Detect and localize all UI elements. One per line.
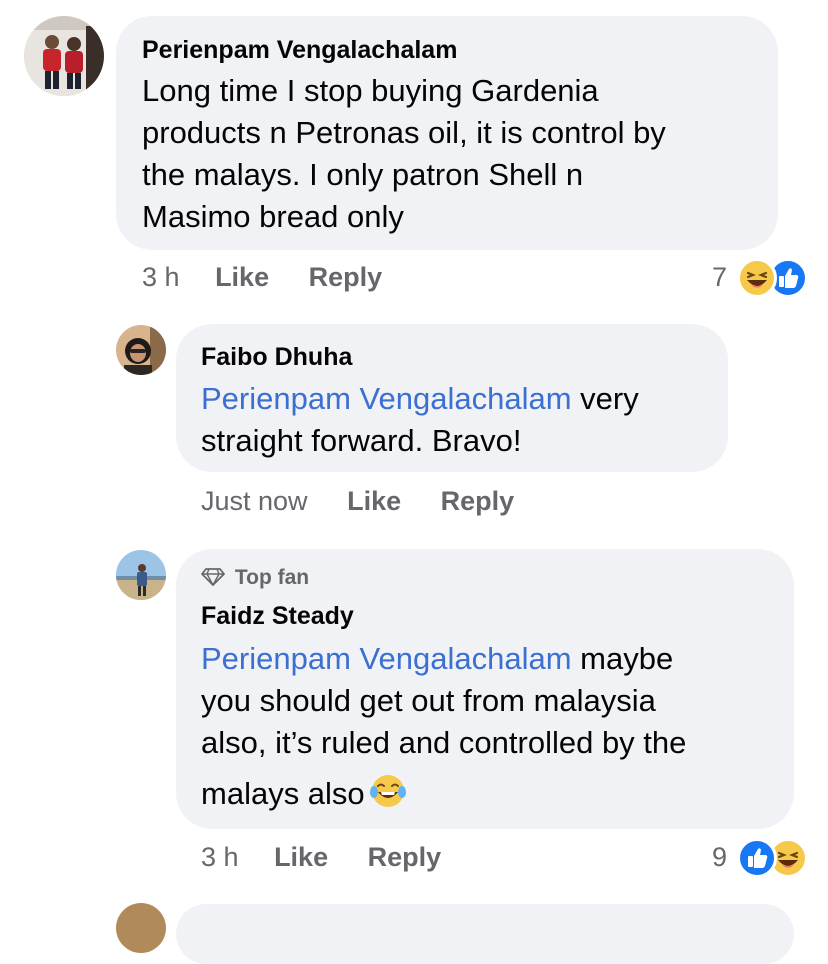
reply-button[interactable]: Reply [309, 262, 383, 292]
tears-of-joy-icon [369, 775, 406, 807]
haha-icon[interactable] [737, 258, 777, 298]
comment-text-line: the malays. I only patron Shell n [142, 157, 584, 192]
reply-text-line: you should get out from malaysia [201, 683, 656, 718]
reply-text-fragment: malays also [201, 776, 365, 811]
reply-button[interactable]: Reply [441, 486, 515, 516]
reply-time[interactable]: Just now [201, 486, 308, 516]
avatar-faidz[interactable] [116, 550, 166, 600]
reply-text-fragment: maybe [571, 641, 674, 676]
like-button[interactable]: Like [347, 486, 401, 516]
reply-time[interactable]: 3 h [201, 842, 239, 872]
comment-time[interactable]: 3 h [142, 262, 180, 292]
reply-button[interactable]: Reply [368, 842, 442, 872]
avatar-faibo[interactable] [116, 325, 166, 375]
comment-text-line: products n Petronas oil, it is control b… [142, 115, 666, 150]
avatar-next-comment[interactable] [116, 903, 166, 953]
reply-text: Perienpam Vengalachalam very straight fo… [201, 378, 721, 462]
top-fan-label: Top fan [234, 566, 310, 589]
comment-text-line: Long time I stop buying Gardenia [142, 73, 599, 108]
like-button[interactable]: Like [274, 842, 328, 872]
reaction-count[interactable]: 9 [712, 842, 727, 873]
like-button[interactable]: Like [215, 262, 269, 292]
reply-bubble-next [176, 904, 794, 964]
diamond-icon [201, 568, 225, 586]
top-fan-badge[interactable]: Top fan [201, 566, 309, 590]
comment-author[interactable]: Perienpam Vengalachalam [142, 36, 457, 65]
reply-meta: Just now Like Reply [201, 486, 514, 517]
comment-text-line: Masimo bread only [142, 199, 404, 234]
reply-text-line: straight forward. Bravo! [201, 423, 522, 458]
reply-text-line: malays also [201, 772, 791, 815]
reply-author[interactable]: Faibo Dhuha [201, 343, 352, 372]
mention-link[interactable]: Perienpam Vengalachalam [201, 381, 572, 416]
mention-link[interactable]: Perienpam Vengalachalam [201, 641, 572, 676]
reply-text-fragment: very [571, 381, 639, 416]
comment-meta: 3 h Like Reply [142, 262, 382, 293]
comment-text: Long time I stop buying Gardenia product… [142, 70, 772, 238]
reply-text-line: also, it’s ruled and controlled by the [201, 725, 687, 760]
reply-author[interactable]: Faidz Steady [201, 602, 354, 631]
avatar-perienpam[interactable] [24, 16, 104, 96]
reply-text-line: Perienpam Vengalachalam maybe [201, 638, 791, 680]
reply-text: Perienpam Vengalachalam maybe you should… [201, 638, 791, 815]
reply-meta: 3 h Like Reply [201, 842, 441, 873]
like-icon[interactable] [737, 838, 777, 878]
reply-text-line: Perienpam Vengalachalam very [201, 378, 721, 420]
reaction-count[interactable]: 7 [712, 262, 727, 293]
